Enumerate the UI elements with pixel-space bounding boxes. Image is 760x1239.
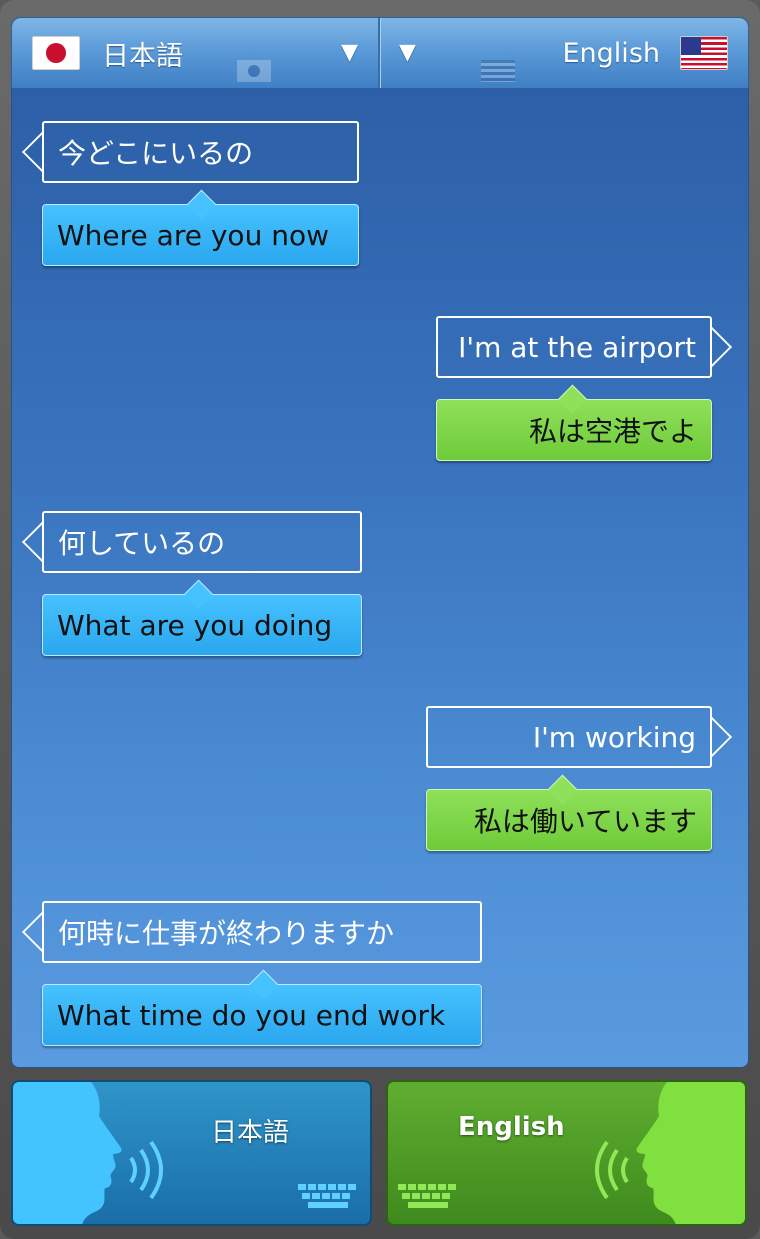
japan-flag-icon	[32, 36, 80, 70]
message-source-text: 何時に仕事が終わりますか	[58, 917, 395, 950]
message-source-bubble[interactable]: 何しているの	[42, 511, 362, 573]
us-flag-icon	[680, 36, 728, 70]
message-source-bubble[interactable]: 何時に仕事が終わりますか	[42, 901, 482, 963]
keyboard-icon[interactable]	[298, 1184, 360, 1210]
message-translation-text: What time do you end work	[57, 998, 446, 1032]
message-translation-bubble[interactable]: What time do you end work	[42, 984, 482, 1046]
speaking-head-icon	[13, 1082, 122, 1224]
message-source-bubble[interactable]: I'm at the airport	[436, 316, 712, 378]
message-source-text: I'm working	[532, 720, 696, 754]
source-language-selector[interactable]: 日本語 ▼	[12, 18, 380, 88]
triangle-down-icon[interactable]: ▼	[399, 40, 416, 65]
english-button-label: English	[458, 1112, 565, 1142]
message-source-text: 今どこにいるの	[58, 137, 254, 170]
message-translation-bubble[interactable]: Where are you now	[42, 204, 359, 266]
source-language-label: 日本語	[102, 40, 183, 72]
message-translation-text: What are you doing	[57, 608, 333, 642]
message-source-text: 何しているの	[58, 527, 226, 560]
sound-waves-icon	[129, 1140, 163, 1200]
japanese-button-label: 日本語	[211, 1118, 290, 1148]
conversation-panel[interactable]: 今どこにいるの Where are you now .conv .bubble.…	[11, 89, 749, 1068]
message-translation-text: 私は空港でよ	[528, 415, 697, 448]
message-source-text: I'm at the airport	[458, 330, 696, 364]
triangle-down-icon[interactable]: ▼	[341, 40, 358, 65]
message-translation-text: 私は働いています	[473, 805, 697, 838]
message-translation-bubble[interactable]: 私は働いています	[426, 789, 712, 851]
speak-japanese-button[interactable]: 日本語	[11, 1080, 372, 1226]
japan-flag-watermark-icon	[237, 60, 271, 82]
us-flag-watermark-icon	[481, 60, 515, 82]
speaking-head-icon	[636, 1082, 745, 1224]
keyboard-icon[interactable]	[398, 1184, 460, 1210]
message-source-bubble[interactable]: 今どこにいるの	[42, 121, 359, 183]
language-bar: 日本語 ▼ ▼ English	[11, 17, 749, 89]
sound-waves-icon	[595, 1140, 629, 1200]
speak-english-button[interactable]: English	[386, 1080, 747, 1226]
message-translation-bubble[interactable]: What are you doing	[42, 594, 362, 656]
message-source-bubble[interactable]: I'm working	[426, 706, 712, 768]
target-language-label: English	[562, 37, 661, 69]
message-translation-bubble[interactable]: 私は空港でよ	[436, 399, 712, 461]
message-translation-text: Where are you now	[57, 218, 329, 252]
target-language-selector[interactable]: ▼ English	[380, 18, 748, 88]
